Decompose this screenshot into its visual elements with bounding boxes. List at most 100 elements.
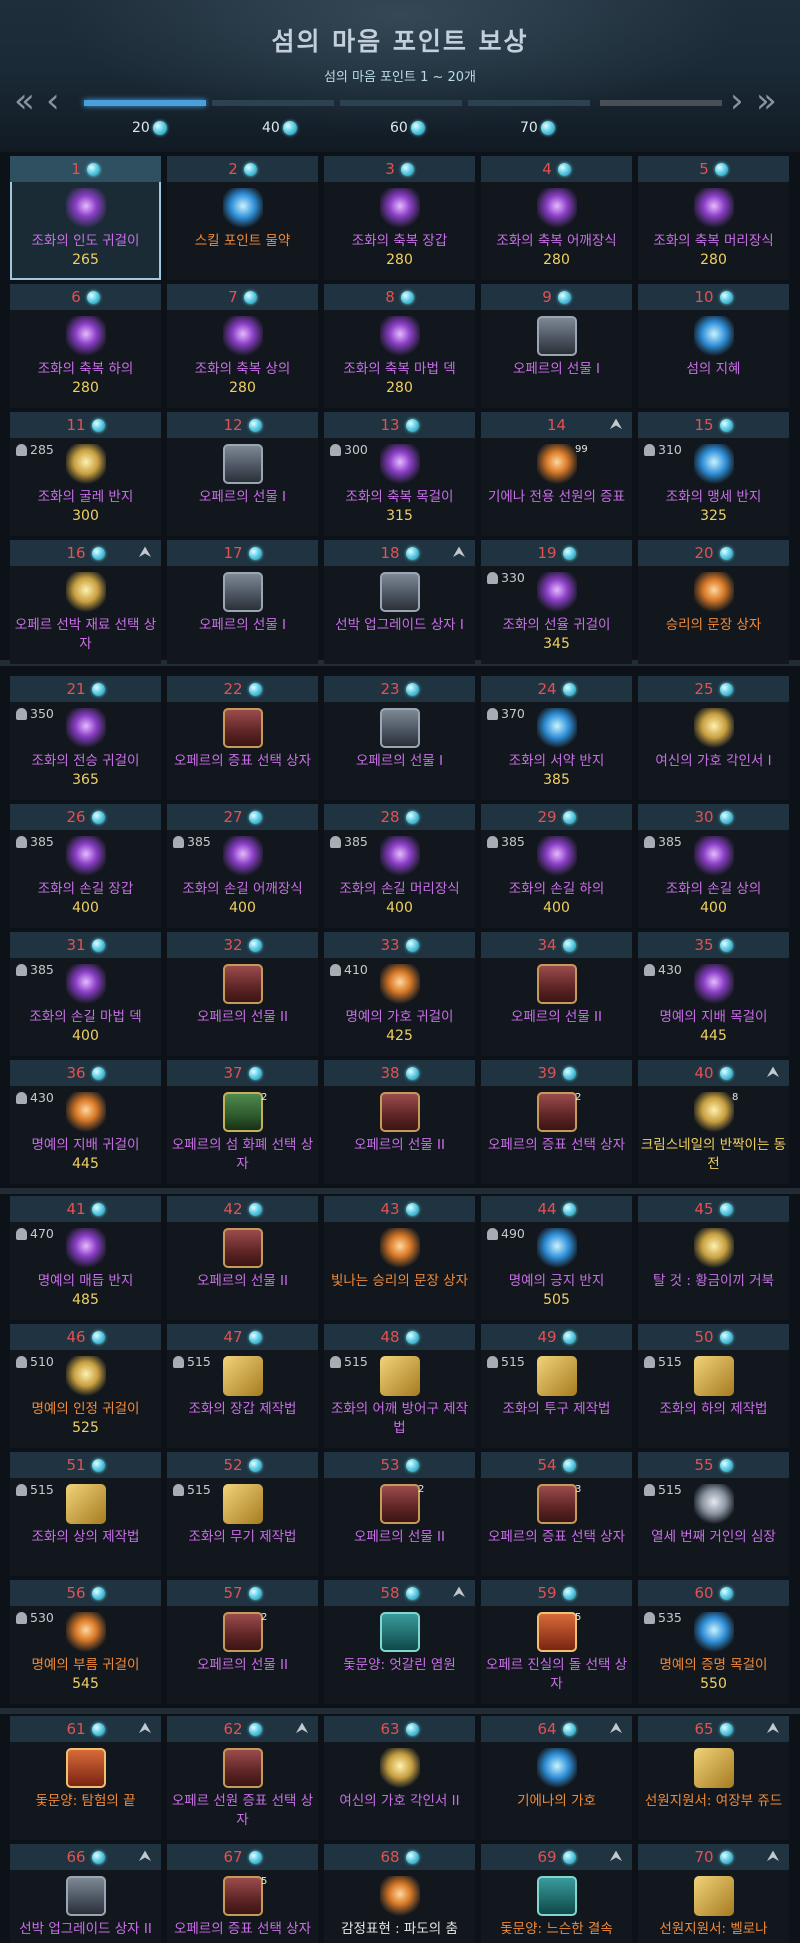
reward-cell[interactable]: 68 감정표현 : 파도의 춤 xyxy=(324,1844,475,1943)
reward-cell[interactable]: 32 오페르의 선물 II xyxy=(167,932,318,1056)
reward-item-icon[interactable] xyxy=(537,1356,577,1396)
reward-item-icon[interactable] xyxy=(66,1612,106,1652)
prev-page-button[interactable]: ‹ xyxy=(46,84,60,118)
reward-cell[interactable]: 10 섬의 지혜 xyxy=(638,284,789,408)
reward-cell[interactable]: 33 410 명예의 가호 귀걸이 425 xyxy=(324,932,475,1056)
reward-cell[interactable]: 41 470 명예의 매듭 반지 485 xyxy=(10,1196,161,1320)
reward-cell[interactable]: 38 오페르의 선물 II xyxy=(324,1060,475,1184)
first-page-button[interactable]: « xyxy=(14,84,35,118)
reward-cell[interactable]: 9 오페르의 선물 I xyxy=(481,284,632,408)
reward-item-icon[interactable] xyxy=(694,316,734,356)
reward-item-icon[interactable] xyxy=(537,708,577,748)
reward-cell[interactable]: 58 ⮝ 돛문양: 엇갈린 염원 xyxy=(324,1580,475,1704)
reward-item-icon[interactable] xyxy=(223,1748,263,1788)
reward-cell[interactable]: 43 빛나는 승리의 문장 상자 xyxy=(324,1196,475,1320)
reward-item-icon[interactable] xyxy=(66,572,106,612)
reward-item-icon[interactable] xyxy=(537,188,577,228)
reward-item-icon[interactable] xyxy=(537,572,577,612)
reward-cell[interactable]: 31 385 조화의 손길 마법 덱 400 xyxy=(10,932,161,1056)
reward-cell[interactable]: 65 ⮝ 선원지원서: 여장부 쥬드 xyxy=(638,1716,789,1840)
reward-cell[interactable]: 11 285 조화의 굴레 반지 300 xyxy=(10,412,161,536)
reward-item-icon[interactable] xyxy=(694,444,734,484)
reward-item-icon[interactable] xyxy=(380,1356,420,1396)
reward-item-icon[interactable] xyxy=(223,964,263,1004)
progress-segment-1[interactable] xyxy=(84,100,206,106)
reward-cell[interactable]: 40 ⮝ 8 크림스네일의 반짝이는 동전 xyxy=(638,1060,789,1184)
reward-item-icon[interactable] xyxy=(694,1484,734,1524)
reward-cell[interactable]: 2 스킬 포인트 물약 xyxy=(167,156,318,280)
reward-item-icon[interactable] xyxy=(223,572,263,612)
reward-cell[interactable]: 49 515 조화의 투구 제작법 xyxy=(481,1324,632,1448)
reward-cell[interactable]: 4 조화의 축복 어깨장식 280 xyxy=(481,156,632,280)
reward-cell[interactable]: 13 300 조화의 축복 목걸이 315 xyxy=(324,412,475,536)
reward-cell[interactable]: 18 ⮝ 선박 업그레이드 상자 I xyxy=(324,540,475,664)
reward-item-icon[interactable] xyxy=(537,1876,577,1916)
reward-item-icon[interactable] xyxy=(223,836,263,876)
reward-item-icon[interactable] xyxy=(380,708,420,748)
reward-cell[interactable]: 20 승리의 문장 상자 xyxy=(638,540,789,664)
reward-cell[interactable]: 45 탈 것 : 황금이끼 거북 xyxy=(638,1196,789,1320)
reward-cell[interactable]: 28 385 조화의 손길 머리장식 400 xyxy=(324,804,475,928)
reward-item-icon[interactable] xyxy=(694,1748,734,1788)
reward-item-icon[interactable] xyxy=(537,1748,577,1788)
reward-cell[interactable]: 64 ⮝ 기에나의 가호 xyxy=(481,1716,632,1840)
reward-cell[interactable]: 44 490 명예의 긍지 반지 505 xyxy=(481,1196,632,1320)
reward-cell[interactable]: 63 여신의 가호 각인서 II xyxy=(324,1716,475,1840)
reward-cell[interactable]: 3 조화의 축복 장갑 280 xyxy=(324,156,475,280)
progress-segment-2[interactable] xyxy=(212,100,334,106)
reward-cell[interactable]: 14 ⮝ 99 기에나 전용 선원의 증표 xyxy=(481,412,632,536)
reward-item-icon[interactable] xyxy=(223,1876,263,1916)
reward-item-icon[interactable] xyxy=(380,836,420,876)
reward-item-icon[interactable] xyxy=(380,1484,420,1524)
last-page-button[interactable]: » xyxy=(756,84,777,118)
reward-cell[interactable]: 60 535 명예의 증명 목걸이 550 xyxy=(638,1580,789,1704)
reward-item-icon[interactable] xyxy=(694,1876,734,1916)
reward-item-icon[interactable] xyxy=(66,1356,106,1396)
reward-cell[interactable]: 16 ⮝ 오페르 선박 재료 선택 상자 xyxy=(10,540,161,664)
reward-item-icon[interactable] xyxy=(537,836,577,876)
reward-item-icon[interactable] xyxy=(537,1092,577,1132)
reward-item-icon[interactable] xyxy=(66,316,106,356)
reward-item-icon[interactable] xyxy=(66,1092,106,1132)
reward-cell[interactable]: 53 2 오페르의 선물 II xyxy=(324,1452,475,1576)
reward-cell[interactable]: 30 385 조화의 손길 상의 400 xyxy=(638,804,789,928)
reward-item-icon[interactable] xyxy=(537,1228,577,1268)
reward-cell[interactable]: 5 조화의 축복 머리장식 280 xyxy=(638,156,789,280)
reward-cell[interactable]: 69 ⮝ 돛문양: 느슨한 결속 xyxy=(481,1844,632,1943)
reward-cell[interactable]: 46 510 명예의 인정 귀걸이 525 xyxy=(10,1324,161,1448)
reward-item-icon[interactable] xyxy=(223,1612,263,1652)
reward-item-icon[interactable] xyxy=(223,1356,263,1396)
reward-item-icon[interactable] xyxy=(380,1092,420,1132)
reward-item-icon[interactable] xyxy=(537,316,577,356)
reward-cell[interactable]: 26 385 조화의 손길 장갑 400 xyxy=(10,804,161,928)
reward-item-icon[interactable] xyxy=(694,964,734,1004)
reward-item-icon[interactable] xyxy=(223,1484,263,1524)
reward-item-icon[interactable] xyxy=(694,836,734,876)
reward-cell[interactable]: 29 385 조화의 손길 하의 400 xyxy=(481,804,632,928)
reward-cell[interactable]: 7 조화의 축복 상의 280 xyxy=(167,284,318,408)
reward-item-icon[interactable] xyxy=(380,1876,420,1916)
reward-cell[interactable]: 50 515 조화의 하의 제작법 xyxy=(638,1324,789,1448)
reward-item-icon[interactable] xyxy=(66,188,106,228)
reward-item-icon[interactable] xyxy=(380,316,420,356)
reward-cell[interactable]: 67 5 오페르의 증표 선택 상자 xyxy=(167,1844,318,1943)
reward-cell[interactable]: 25 여신의 가호 각인서 I xyxy=(638,676,789,800)
reward-cell[interactable]: 22 오페르의 증표 선택 상자 xyxy=(167,676,318,800)
reward-item-icon[interactable] xyxy=(694,1092,734,1132)
reward-item-icon[interactable] xyxy=(694,572,734,612)
reward-item-icon[interactable] xyxy=(66,1876,106,1916)
progress-segment-4[interactable] xyxy=(468,100,590,106)
reward-item-icon[interactable] xyxy=(223,708,263,748)
reward-cell[interactable]: 15 310 조화의 맹세 반지 325 xyxy=(638,412,789,536)
reward-cell[interactable]: 39 2 오페르의 증표 선택 상자 xyxy=(481,1060,632,1184)
reward-cell[interactable]: 37 2 오페르의 섬 화폐 선택 상자 xyxy=(167,1060,318,1184)
reward-item-icon[interactable] xyxy=(66,708,106,748)
reward-cell[interactable]: 27 385 조화의 손길 어깨장식 400 xyxy=(167,804,318,928)
reward-item-icon[interactable] xyxy=(694,1356,734,1396)
reward-item-icon[interactable] xyxy=(380,188,420,228)
reward-item-icon[interactable] xyxy=(66,1228,106,1268)
reward-item-icon[interactable] xyxy=(694,1612,734,1652)
reward-cell[interactable]: 35 430 명예의 지배 목걸이 445 xyxy=(638,932,789,1056)
reward-cell[interactable]: 66 ⮝ 선박 업그레이드 상자 II xyxy=(10,1844,161,1943)
reward-item-icon[interactable] xyxy=(66,1748,106,1788)
